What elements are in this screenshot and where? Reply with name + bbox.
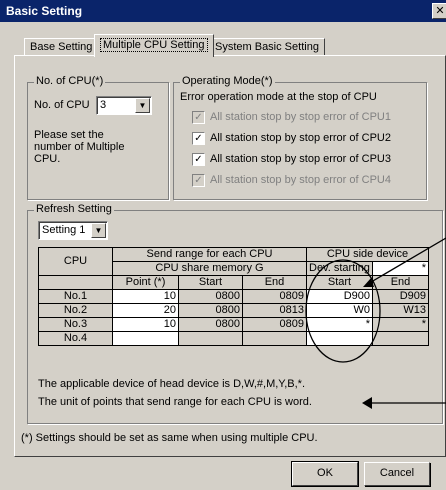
tab-label: Multiple CPU Setting <box>100 38 208 52</box>
cancel-button[interactable]: Cancel <box>364 462 430 486</box>
annotation-arrowhead <box>362 397 372 409</box>
tab-multiple-cpu-setting[interactable]: Multiple CPU Setting <box>94 34 214 57</box>
ok-button[interactable]: OK <box>291 461 359 487</box>
annotation-arrow-line <box>365 237 446 286</box>
highlight-ellipse <box>305 259 381 363</box>
annotation-overlay <box>305 237 446 409</box>
